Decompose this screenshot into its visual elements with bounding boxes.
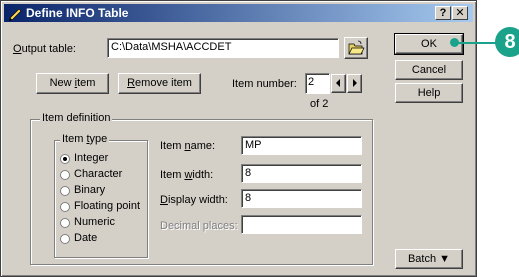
- new-item-button[interactable]: New item: [36, 73, 109, 94]
- decimal-places-label: Decimal places:: [160, 220, 238, 232]
- radio-label[interactable]: Integer: [74, 152, 108, 164]
- radio-label[interactable]: Floating point: [74, 200, 140, 212]
- help-title-button[interactable]: ?: [435, 6, 451, 20]
- item-number-value[interactable]: 2: [305, 73, 330, 94]
- title-bar: Define INFO Table ? ✕: [4, 4, 473, 22]
- radio-binary[interactable]: [60, 186, 70, 196]
- item-width-label: Item width:: [160, 169, 214, 181]
- arrow-right-icon: [353, 79, 357, 87]
- callout-dot: [450, 38, 459, 47]
- display-width-input[interactable]: 8: [241, 189, 362, 208]
- radio-integer[interactable]: [60, 154, 70, 164]
- help-button[interactable]: Help: [395, 83, 463, 103]
- define-info-table-dialog: Define INFO Table ? ✕ Output table: C:\D…: [0, 0, 477, 277]
- item-name-input[interactable]: MP: [241, 136, 362, 155]
- radio-character[interactable]: [60, 170, 70, 180]
- remove-item-button[interactable]: Remove item: [118, 73, 201, 94]
- arrow-left-icon: [336, 79, 340, 87]
- output-table-input[interactable]: C:\Data\MSHA\ACCDET: [107, 38, 339, 58]
- close-button[interactable]: ✕: [452, 6, 468, 20]
- open-folder-icon: [348, 40, 365, 55]
- batch-button[interactable]: Batch ▼: [395, 249, 463, 269]
- radio-label[interactable]: Character: [74, 168, 122, 180]
- radio-date[interactable]: [60, 234, 70, 244]
- radio-label[interactable]: Binary: [74, 184, 105, 196]
- next-item-button[interactable]: [347, 74, 362, 93]
- item-width-input[interactable]: 8: [241, 164, 362, 183]
- radio-label[interactable]: Date: [74, 232, 97, 244]
- radio-label[interactable]: Numeric: [74, 216, 115, 228]
- item-type-legend: Item type: [60, 133, 110, 145]
- pencil-icon: [9, 8, 22, 21]
- decimal-places-input[interactable]: [241, 215, 362, 234]
- radio-numeric[interactable]: [60, 218, 70, 228]
- item-count-label: of 2: [310, 98, 329, 110]
- radio-floating-point[interactable]: [60, 202, 70, 212]
- callout-badge: 8: [495, 27, 519, 57]
- previous-item-button[interactable]: [331, 74, 346, 93]
- window-title: Define INFO Table: [26, 6, 129, 20]
- item-number-label: Item number:: [232, 78, 297, 90]
- browse-button[interactable]: [344, 37, 368, 59]
- item-name-label: Item name:: [160, 140, 216, 152]
- output-table-label: Output table:: [13, 43, 76, 55]
- display-width-label: Display width:: [160, 194, 228, 206]
- cancel-button[interactable]: Cancel: [395, 60, 463, 80]
- item-definition-legend: Item definition: [40, 112, 113, 124]
